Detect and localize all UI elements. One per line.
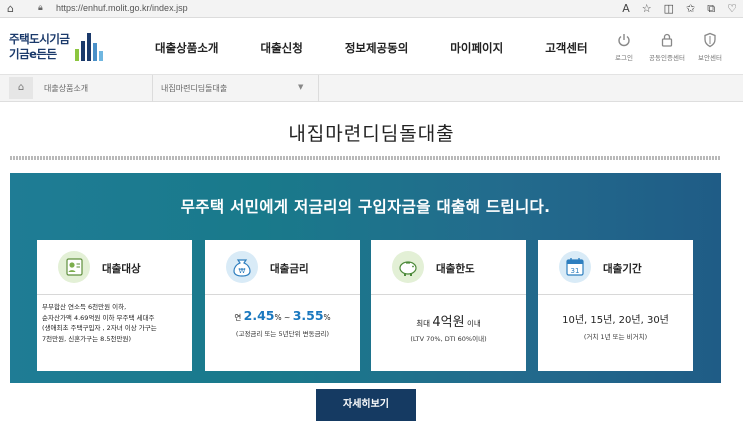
card-loan-period: 31 대출기간 10년, 15년, 20년, 30년 (거치 1년 또는 비거치… [538,240,693,371]
lock-icon[interactable]: 🔒︎ [38,3,43,13]
limit-note: (LTV 70%, DTI 60%이내) [410,335,487,343]
extensions-icon[interactable]: ♡ [727,2,737,16]
more-details-button[interactable]: 자세히보기 [316,389,416,421]
percent-sign: % [323,313,331,322]
card-title: 대출대상 [102,263,141,275]
card-loan-target: 대출대상 부부합산 연소득 6천만원 이하, 순자산가액 4.69억원 이하 무… [37,240,192,371]
breadcrumb-level-1[interactable]: 대출상품소개 [44,83,88,94]
browser-actions: A ☆ ◫ ✩ ⧉ ♡ [622,2,737,16]
card-body: 최대 4억원 이내 (LTV 70%, DTI 60%이내) [371,296,526,370]
browser-toolbar: ⌂ 🔒︎ https://enhuf.molit.go.kr/index.jsp… [0,0,743,18]
collections-icon[interactable]: ⧉ [707,2,715,16]
split-screen-icon[interactable]: ◫ [664,2,674,16]
rate-low: 2.45 [243,308,275,323]
loan-limit-amount: 최대 4억원 이내 [371,311,526,330]
nav-item-my-page[interactable]: 마이페이지 [450,40,503,56]
card-text-line: 순자산가액 4.69억원 이하 무주택 세대주 [42,313,155,322]
card-text-line: 부부합산 연소득 6천만원 이하, [42,303,127,311]
limit-prefix: 최대 [416,319,430,328]
card-title: 대출한도 [436,263,475,275]
card-loan-limit: 대출한도 최대 4억원 이내 (LTV 70%, DTI 60%이내) [371,240,526,371]
page-title: 내집마련디딤돌대출 [288,123,455,145]
percent-sign: % [274,313,282,322]
rate-range: 연 2.45% ~ 3.55% [205,308,360,323]
calendar-day: 31 [571,267,580,275]
nav-item-customer-center[interactable]: 고객센터 [545,40,587,56]
rate-note: (고정금리 또는 5년단위 변동금리) [235,330,330,338]
svg-text:₩: ₩ [239,267,246,275]
product-summary-banner: 무주택 서민에게 저금리의 구입자금을 대출해 드립니다. 대출대상 부부합산 … [10,173,721,383]
nav-item-loan-apply[interactable]: 대출신청 [260,40,302,56]
logo-line-1: 주택도시기금 [9,32,70,46]
card-text-line: (생애최초 주택구입자 , 2자녀 이상 가구는 [42,324,157,332]
loan-terms: 10년, 15년, 20년, 30년 [562,315,669,326]
nav-item-loan-products[interactable]: 대출상품소개 [155,40,218,56]
card-header: 대출한도 [371,240,526,295]
shield-icon [704,32,716,48]
site-header: 주택도시기금 기금e든든 대출상품소개 대출신청 정보제공동의 마이페이지 고객… [0,18,743,75]
power-icon [618,34,630,47]
breadcrumb-divider [152,75,153,102]
money-bag-icon: ₩ [226,251,258,283]
favorites-icon[interactable]: ✩ [686,2,695,16]
calendar-icon: 31 [559,251,591,283]
limit-suffix: 이내 [466,319,481,328]
favorite-icon[interactable]: ☆ [642,2,652,16]
lock-icon [661,33,673,47]
card-body: 연 2.45% ~ 3.55% (고정금리 또는 5년단위 변동금리) [205,296,360,370]
security-center-link[interactable]: 보안센터 [685,32,735,62]
home-icon[interactable]: ⌂ [9,77,33,99]
security-center-label: 보안센터 [698,54,722,62]
card-interest-rate: ₩ 대출금리 연 2.45% ~ 3.55% (고정금리 또는 5년단위 변동금… [205,240,360,371]
card-text-line: 7천만원, 신혼가구는 8.5천만원) [42,334,131,343]
address-bar[interactable]: https://enhuf.molit.go.kr/index.jsp [56,3,188,13]
banner-headline: 무주택 서민에게 저금리의 구입자금을 대출해 드립니다. [180,198,551,216]
breadcrumb-divider [318,75,319,102]
rate-prefix: 연 [234,313,242,322]
nav-item-info-consent[interactable]: 정보제공동의 [345,40,408,56]
terms-note: (거치 1년 또는 비거치) [583,333,648,341]
site-logo[interactable]: 주택도시기금 기금e든든 [9,31,119,67]
card-header: 대출대상 [37,240,192,295]
read-aloud-icon[interactable]: A [622,2,630,16]
range-tilde: ~ [284,313,291,322]
card-title: 대출기간 [603,263,642,275]
card-body: 10년, 15년, 20년, 30년 (거치 1년 또는 비거치) [538,296,693,370]
piggy-bank-icon [392,251,424,283]
main-nav: 대출상품소개 대출신청 정보제공동의 마이페이지 고객센터 [155,40,630,56]
home-icon[interactable]: ⌂ [7,2,14,15]
card-header: 31 대출기간 [538,240,693,295]
card-header: ₩ 대출금리 [205,240,360,295]
person-id-icon [58,251,90,283]
card-title: 대출금리 [270,263,309,275]
rate-high: 3.55 [292,308,324,323]
breadcrumb-level-2[interactable]: 내집마련디딤돌대출 [161,83,227,94]
breadcrumb: ⌂ 대출상품소개 내집마련디딤돌대출 ▼ [0,75,743,102]
limit-value: 4억원 [432,315,465,330]
card-body: 부부합산 연소득 6천만원 이하, 순자산가액 4.69억원 이하 무주택 세대… [37,296,192,370]
logo-line-2: 기금e든든 [9,47,57,61]
logo-mark-icon [75,33,105,61]
title-divider [10,156,721,160]
chevron-down-icon[interactable]: ▼ [298,83,303,91]
